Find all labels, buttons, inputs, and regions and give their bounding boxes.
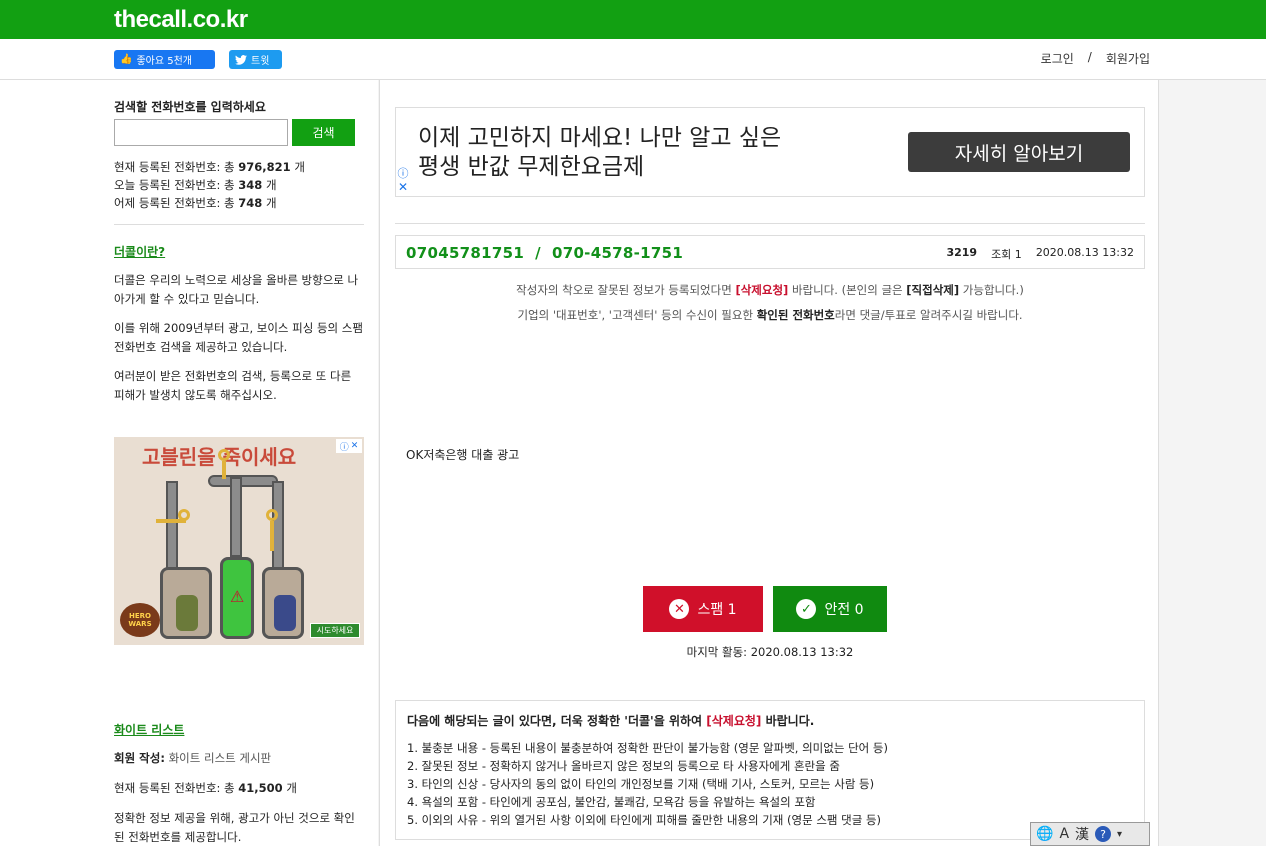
game-ad-cta-button[interactable]: 시도하세요 bbox=[310, 623, 360, 638]
post-body: OK저축은행 대출 광고 bbox=[406, 448, 520, 462]
stat-total: 현재 등록된 전화번호: 총 976,821 개 bbox=[114, 160, 305, 174]
ime-hanja[interactable]: 漢 bbox=[1075, 824, 1089, 844]
pin-3-bar bbox=[270, 521, 274, 551]
pipe-top bbox=[208, 475, 278, 487]
post-id: 3219 bbox=[946, 246, 978, 259]
main-content: 이제 고민하지 마세요! 나만 알고 싶은 평생 반값 무제한요금제 자세히 알… bbox=[379, 80, 1159, 846]
ime-menu-icon[interactable]: ▾ bbox=[1117, 829, 1122, 840]
rule-item: 2. 잘못된 정보 - 정확하지 않거나 올바르지 않은 정보의 등록으로 타 … bbox=[407, 759, 840, 773]
pin-1-bar bbox=[156, 519, 186, 523]
signup-link[interactable]: 회원가입 bbox=[1106, 50, 1150, 67]
main-divider bbox=[395, 223, 1145, 224]
whitelist-count: 현재 등록된 전화번호: 총 41,500 개 bbox=[114, 781, 297, 795]
whitelist-member: 회원 작성: 화이트 리스트 게시판 bbox=[114, 751, 272, 765]
sub-bar: 👍 좋아요 5천개 트윗 로그인 / 회원가입 bbox=[0, 39, 1266, 80]
about-paragraph-2: 이를 위해 2009년부터 광고, 보이스 피싱 등의 스팸 전화번호 검색을 … bbox=[114, 321, 363, 354]
delete-request-link[interactable]: [삭제요청] bbox=[735, 283, 788, 297]
hero-character bbox=[274, 595, 296, 631]
rule-item: 5. 이외의 사유 - 위의 열거된 사항 이외에 타인에게 피해를 줄만한 내… bbox=[407, 813, 882, 827]
safe-vote-button[interactable]: ✓ 안전 0 bbox=[773, 586, 887, 632]
search-title: 검색할 전화번호를 입력하세요 bbox=[114, 100, 266, 114]
phone-number-title: 07045781751 / 070-4578-1751 bbox=[406, 244, 684, 262]
stat-today: 오늘 등록된 전화번호: 총 348 개 bbox=[114, 178, 277, 192]
x-circle-icon: ✕ bbox=[669, 599, 690, 619]
delete-rules-box: 다음에 해당되는 글이 있다면, 더욱 정확한 '더콜'을 위하여 [삭제요청]… bbox=[395, 700, 1145, 840]
safe-vote-label: 안전 0 bbox=[824, 602, 864, 618]
phone-search-input[interactable] bbox=[114, 119, 288, 146]
like-label: 좋아요 5천개 bbox=[136, 56, 192, 67]
game-ad[interactable]: 고블린을 죽이세요 ⓘ ✕ ⚠ HERO WARS 시도하세요 bbox=[114, 437, 364, 645]
about-link[interactable]: 더콜이란? bbox=[114, 243, 165, 260]
phone-header: 07045781751 / 070-4578-1751 3219 조회 1 20… bbox=[395, 235, 1145, 269]
sidebar: 검색할 전화번호를 입력하세요 검색 현재 등록된 전화번호: 총 976,82… bbox=[0, 80, 378, 846]
game-brand-logo: HERO WARS bbox=[120, 603, 160, 637]
post-meta: 3219 조회 1 2020.08.13 13:32 bbox=[946, 246, 1134, 262]
pipe-left bbox=[166, 481, 178, 571]
ad-info-icon[interactable]: ⓘ bbox=[396, 166, 410, 180]
rule-item: 3. 타인의 신상 - 당사자의 동의 없이 타인의 개인정보를 기재 (택배 … bbox=[407, 777, 875, 791]
ad-choices-icon[interactable]: ⓘ ✕ bbox=[336, 439, 362, 453]
banner-ad-cta-button[interactable]: 자세히 알아보기 bbox=[908, 132, 1130, 172]
ime-toolbar[interactable]: 🌐 A 漢 ? ▾ bbox=[1030, 822, 1150, 846]
ime-mode-a[interactable]: A bbox=[1059, 826, 1069, 842]
globe-icon[interactable]: 🌐 bbox=[1036, 826, 1053, 842]
auth-separator: / bbox=[1087, 50, 1092, 64]
rules-title: 다음에 해당되는 글이 있다면, 더욱 정확한 '더콜'을 위하여 [삭제요청]… bbox=[407, 714, 815, 728]
thumbs-up-icon: 👍 bbox=[120, 54, 133, 65]
help-icon[interactable]: ? bbox=[1095, 826, 1112, 842]
view-count: 조회 1 bbox=[991, 248, 1022, 261]
banner-ad-text: 이제 고민하지 마세요! 나만 알고 싶은 평생 반값 무제한요금제 bbox=[418, 125, 782, 180]
direct-delete-link[interactable]: [직접삭제] bbox=[906, 283, 959, 297]
twitter-bird-icon bbox=[235, 54, 247, 65]
tweet-label: 트윗 bbox=[251, 56, 270, 67]
banner-ad[interactable]: 이제 고민하지 마세요! 나만 알고 싶은 평생 반값 무제한요금제 자세히 알… bbox=[395, 107, 1145, 197]
notice-delete: 작성자의 착오로 잘못된 정보가 등록되었다면 [삭제요청] 바랍니다. (본인… bbox=[516, 283, 1024, 297]
post-date: 2020.08.13 13:32 bbox=[1035, 246, 1134, 259]
sidebar-divider bbox=[114, 224, 364, 225]
whitelist-link[interactable]: 화이트 리스트 bbox=[114, 721, 184, 738]
pin-2-bar bbox=[222, 461, 226, 479]
goblin-character bbox=[176, 595, 198, 631]
about-paragraph-3: 여러분이 받은 전화번호의 검색, 등록으로 또 다른 피해가 발생치 않도록 … bbox=[114, 369, 352, 402]
facebook-like-button[interactable]: 👍 좋아요 5천개 bbox=[114, 50, 215, 69]
pipe-center bbox=[230, 477, 242, 557]
site-logo[interactable]: thecall.co.kr bbox=[114, 6, 248, 34]
about-paragraph-1: 더콜은 우리의 노력으로 세상을 올바른 방향으로 나아가게 할 수 있다고 믿… bbox=[114, 273, 359, 306]
rules-list: 1. 불충분 내용 - 등록된 내용이 불충분하여 정확한 판단이 불가능함 (… bbox=[407, 739, 888, 829]
rule-item: 4. 욕설의 포함 - 타인에게 공포심, 불안감, 불쾌감, 모욕감 등을 유… bbox=[407, 795, 816, 809]
last-activity: 마지막 활동: 2020.08.13 13:32 bbox=[686, 645, 854, 659]
rule-item: 1. 불충분 내용 - 등록된 내용이 불충분하여 정확한 판단이 불가능함 (… bbox=[407, 741, 888, 755]
notice-verified: 기업의 '대표번호', '고객센터' 등의 수신이 필요한 확인된 전화번호라면… bbox=[517, 308, 1023, 322]
whitelist-desc: 정확한 정보 제공을 위해, 광고가 아닌 것으로 확인된 전화번호를 제공합니… bbox=[114, 811, 355, 844]
pin-3-icon bbox=[266, 509, 278, 521]
stat-yesterday: 어제 등록된 전화번호: 총 748 개 bbox=[114, 196, 277, 210]
search-button[interactable]: 검색 bbox=[292, 119, 355, 146]
fire-warning-icon: ⚠ bbox=[230, 587, 245, 606]
pin-2-icon bbox=[218, 449, 230, 461]
spam-vote-button[interactable]: ✕ 스팸 1 bbox=[643, 586, 763, 632]
auth-links: 로그인 / 회원가입 bbox=[1041, 50, 1150, 67]
top-bar: thecall.co.kr bbox=[0, 0, 1266, 39]
ad-close-icon[interactable]: ✕ bbox=[396, 180, 410, 194]
check-circle-icon: ✓ bbox=[796, 599, 817, 619]
spam-vote-label: 스팸 1 bbox=[697, 602, 737, 618]
login-link[interactable]: 로그인 bbox=[1041, 50, 1074, 67]
registration-stats: 현재 등록된 전화번호: 총 976,821 개 오늘 등록된 전화번호: 총 … bbox=[114, 158, 305, 212]
tweet-button[interactable]: 트윗 bbox=[229, 50, 282, 69]
